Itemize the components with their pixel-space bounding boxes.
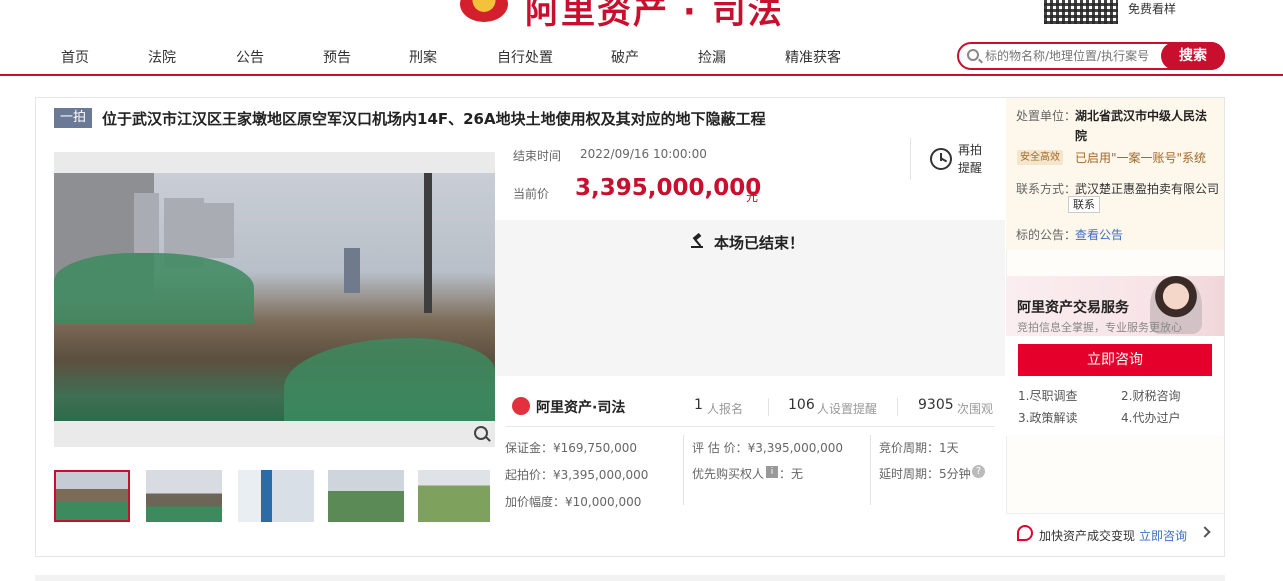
- nav-item-preview[interactable]: 预告: [323, 47, 351, 67]
- divider: [870, 435, 871, 505]
- starting-price: 起拍价：¥3,395,000,000: [505, 468, 649, 482]
- notice-label: 标的公告：: [1016, 228, 1077, 242]
- auction-title: 位于武汉市江汉区王家墩地区原空军汉口机场内14F、26A地块土地使用权及其对应的…: [102, 110, 766, 128]
- nav-item-notice[interactable]: 公告: [236, 47, 264, 67]
- signup-label: 人报名: [707, 402, 744, 416]
- appraisal-price: 评 估 价：¥3,395,000,000: [692, 441, 844, 455]
- thumbnail-5[interactable]: [418, 470, 490, 522]
- search-input[interactable]: [985, 46, 1161, 66]
- bottom-consult-link[interactable]: 立即咨询: [1139, 527, 1187, 544]
- service-item-tax[interactable]: 2.财税咨询: [1121, 387, 1180, 404]
- nav-item-bankruptcy[interactable]: 破产: [611, 47, 639, 67]
- nav-item-court[interactable]: 法院: [148, 47, 176, 67]
- search-icon: [967, 49, 979, 61]
- gavel-icon: [691, 233, 703, 248]
- platform-logo: 阿里资产·司法: [536, 400, 626, 416]
- divider: [505, 426, 995, 427]
- thumbnail-3[interactable]: [238, 470, 314, 522]
- divider: [897, 398, 898, 416]
- view-count: 9305: [918, 397, 954, 413]
- divider: [768, 398, 769, 416]
- end-time-value: 2022/09/16 10:00:00: [580, 147, 707, 161]
- court-emblem-icon: [460, 0, 508, 22]
- search-button[interactable]: 搜索: [1161, 42, 1225, 70]
- account-system-text[interactable]: 已启用"一案一账号"系统: [1075, 149, 1206, 166]
- price-unit: 元: [746, 190, 759, 204]
- nav-item-criminal[interactable]: 刑案: [409, 47, 437, 67]
- main-photo[interactable]: [54, 152, 495, 447]
- court-name[interactable]: 湖北省武汉市中级人民法: [1075, 107, 1207, 124]
- help-icon[interactable]: ?: [972, 465, 985, 478]
- page-divider: [35, 575, 1225, 581]
- delay-cycle: 延时周期：5分钟: [879, 467, 971, 481]
- remind-button[interactable]: 再拍提醒: [958, 141, 990, 177]
- zoom-icon[interactable]: [474, 426, 488, 440]
- site-logo[interactable]: 阿里资产 · 司法: [525, 0, 784, 33]
- nav-item-home[interactable]: 首页: [61, 47, 89, 67]
- service-subtitle: 竞拍信息全掌握，专业服务更放心: [1017, 321, 1182, 334]
- court-name-cont: 院: [1075, 129, 1088, 143]
- deposit: 保证金：¥169,750,000: [505, 441, 637, 455]
- contact-label: 联系方式：: [1016, 182, 1077, 196]
- current-price-label: 当前价: [513, 187, 550, 201]
- nav-item-self-disposal[interactable]: 自行处置: [497, 47, 553, 67]
- nav-item-precise-customers[interactable]: 精准获客: [785, 47, 841, 67]
- speed-icon: [1017, 525, 1033, 541]
- service-item-transfer[interactable]: 4.代办过户: [1121, 409, 1180, 426]
- construction-site-image: [54, 173, 495, 421]
- thumbnail-2[interactable]: [146, 470, 222, 522]
- remind-count-label: 人设置提醒: [817, 402, 878, 416]
- divider: [683, 435, 684, 505]
- service-item-policy[interactable]: 3.政策解读: [1018, 409, 1077, 426]
- view-notice-link[interactable]: 查看公告: [1075, 226, 1123, 243]
- court-label: 处置单位：: [1016, 109, 1077, 123]
- signup-count: 1: [694, 397, 703, 413]
- top-header: 阿里资产 · 司法 免费看样: [0, 0, 1283, 33]
- security-badge: 安全高效: [1017, 150, 1063, 165]
- thumbnail-1[interactable]: [54, 470, 130, 522]
- priority-buyer-label: 优先购买权人: [692, 467, 765, 481]
- ali-logo-icon: [512, 397, 530, 415]
- auction-ended-text: 本场已结束！: [714, 234, 805, 252]
- contact-value: 武汉楚正惠盈拍卖有限公司: [1075, 182, 1220, 196]
- nav-item-bargain[interactable]: 捡漏: [698, 47, 726, 67]
- divider: [910, 138, 911, 180]
- thumbnail-4[interactable]: [328, 470, 404, 522]
- info-tag-icon[interactable]: i: [766, 466, 778, 478]
- auction-round-badge: 一拍: [54, 108, 93, 128]
- speed-up-text: 加快资产成交变现: [1039, 529, 1136, 543]
- bid-cycle: 竞价周期：1天: [879, 441, 959, 455]
- alarm-clock-icon[interactable]: [930, 148, 952, 170]
- service-title: 阿里资产交易服务: [1017, 300, 1129, 316]
- priority-buyer-value: ：无: [779, 467, 804, 481]
- end-time-label: 结束时间: [513, 149, 562, 163]
- bid-increment: 加价幅度：¥10,000,000: [505, 495, 642, 509]
- remind-count: 106: [788, 397, 815, 413]
- consult-button[interactable]: 立即咨询: [1018, 344, 1212, 376]
- view-count-label: 次围观: [957, 402, 994, 416]
- qr-label: 免费看样: [1128, 2, 1177, 16]
- contact-button[interactable]: 联系: [1068, 196, 1100, 213]
- qr-code-icon: [1044, 0, 1118, 24]
- current-price: 3,395,000,000: [575, 175, 762, 201]
- service-item-due-diligence[interactable]: 1.尽职调查: [1018, 387, 1077, 404]
